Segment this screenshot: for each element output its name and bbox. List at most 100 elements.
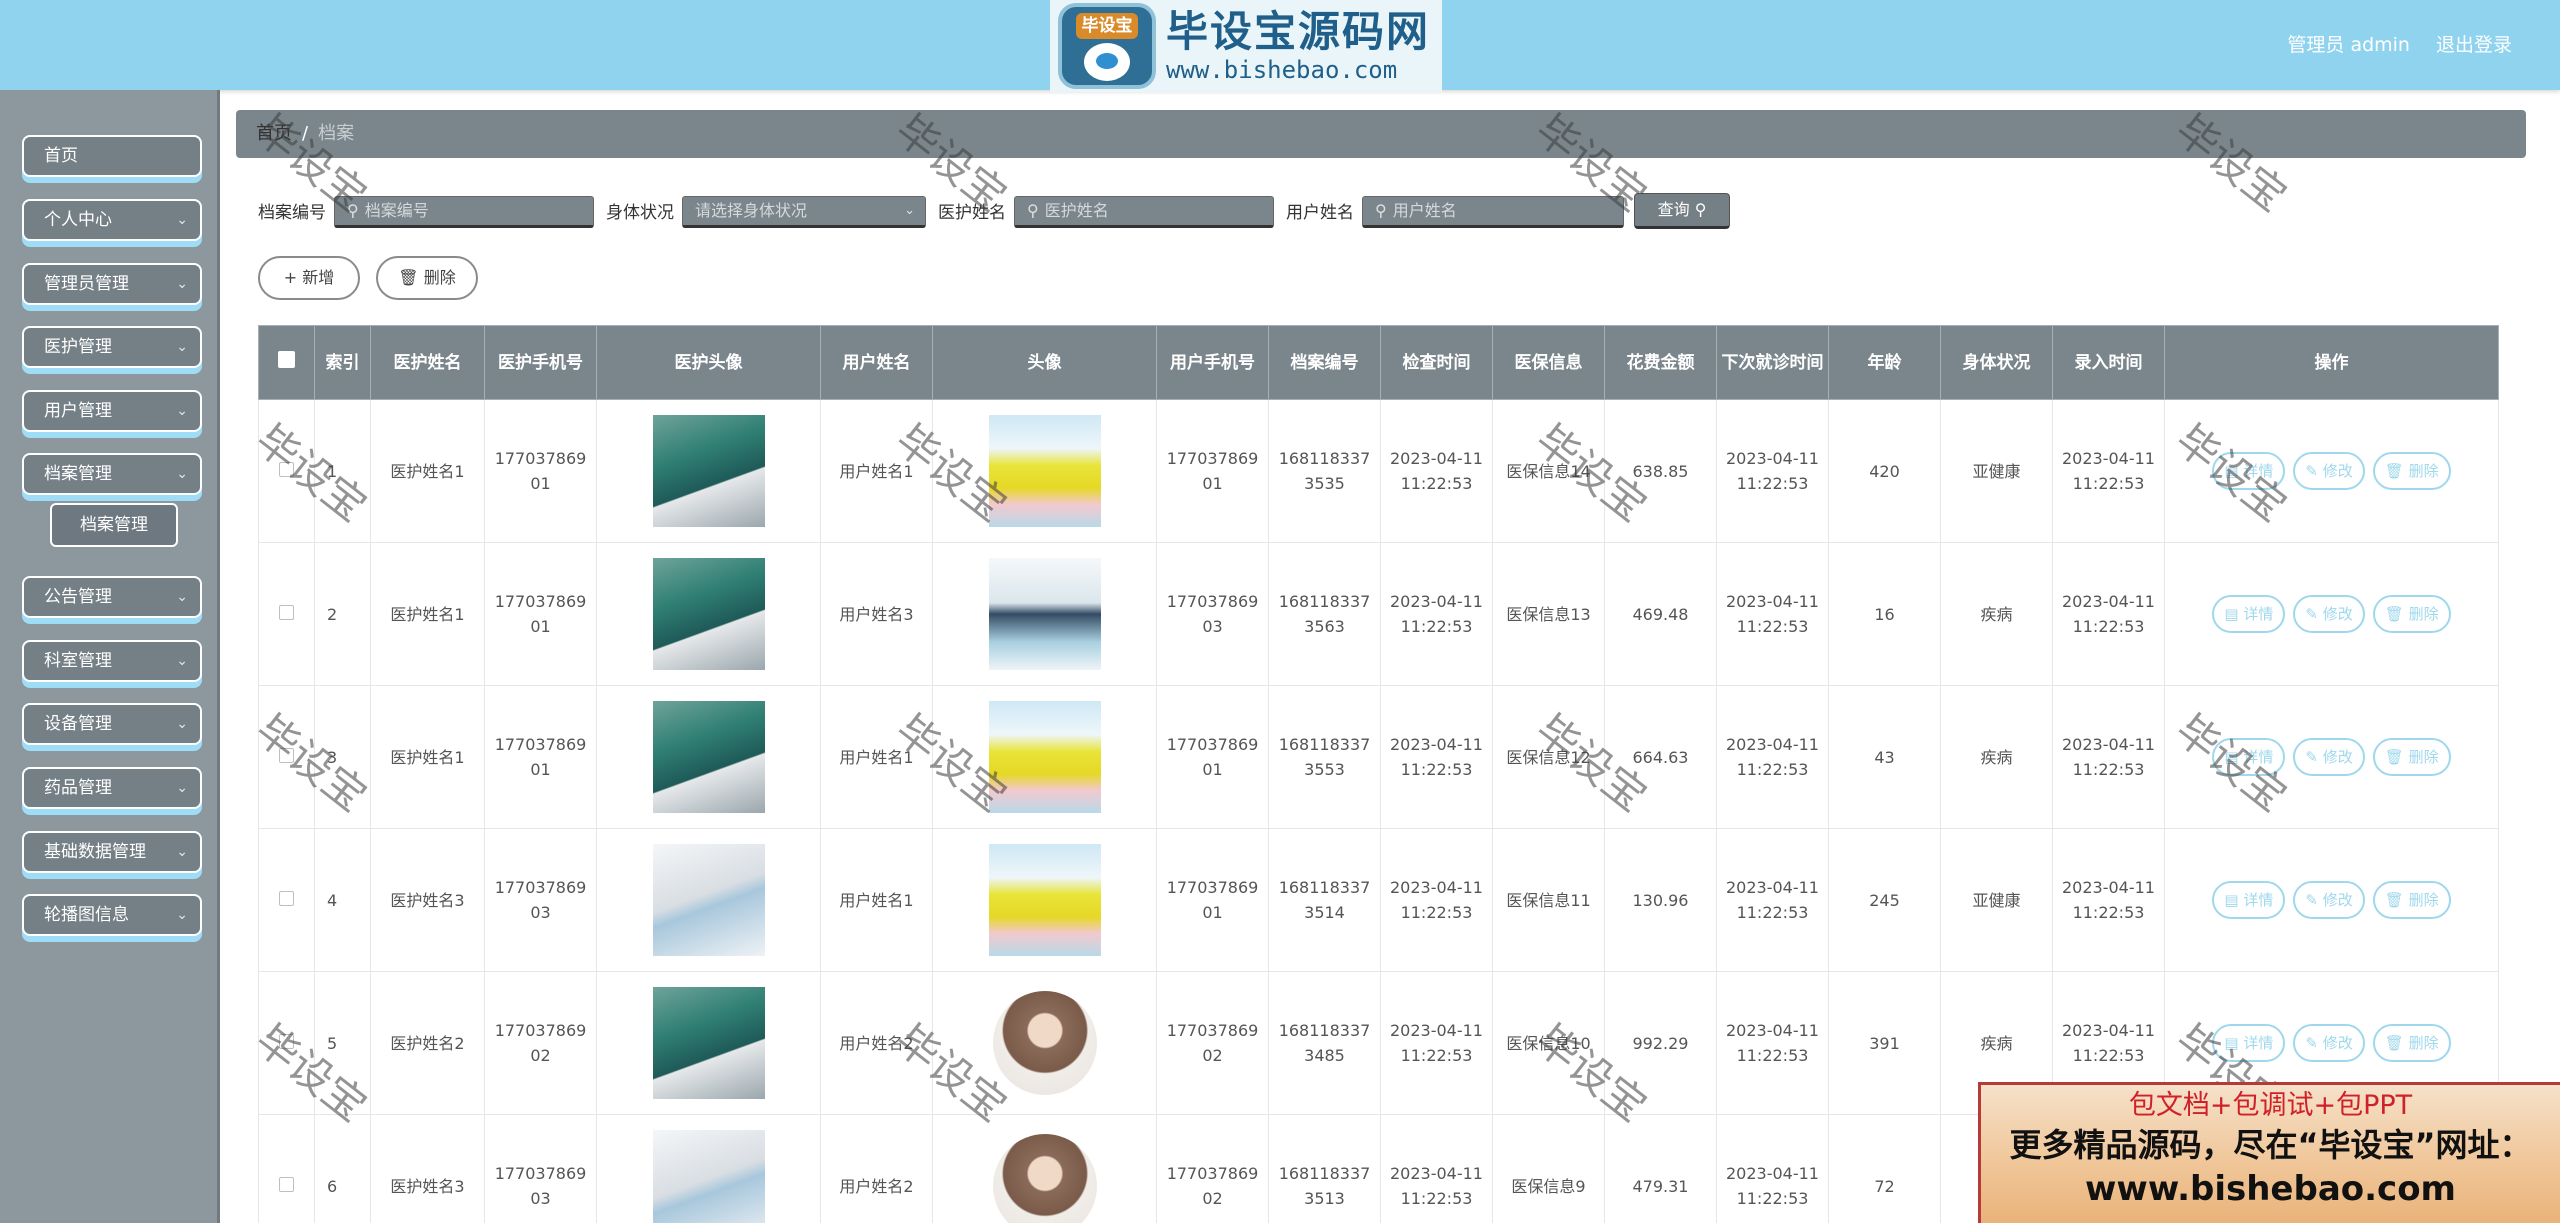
chevron-down-icon: ⌄ — [176, 276, 188, 292]
check-time: 2023-04-11 — [1390, 449, 1483, 468]
batch-delete-button[interactable]: 🗑 删除 — [376, 256, 478, 300]
sidebar-item[interactable]: 公告管理 ⌄ — [22, 576, 202, 618]
detail-button-label: 详情 — [2243, 748, 2274, 766]
next-visit-time: 2023-04-11 — [1726, 592, 1819, 611]
archive-number: 3535 — [1304, 474, 1345, 493]
sidebar-item[interactable]: 档案管理 ⌄ — [22, 453, 202, 495]
edit-button[interactable]: ✎ 修改 — [2293, 595, 2365, 633]
row-checkbox[interactable] — [279, 604, 294, 620]
detail-button-label: 详情 — [2243, 891, 2274, 909]
trash-icon: 🗑 — [398, 268, 419, 287]
sidebar-item[interactable]: 科室管理 ⌄ — [22, 640, 202, 682]
archive-number: 168118337 — [1278, 1164, 1371, 1183]
sidebar-item-label: 公告管理 — [44, 587, 112, 607]
chevron-down-icon: ⌄ — [176, 844, 188, 860]
detail-button[interactable]: ▤ 详情 — [2212, 1024, 2286, 1062]
entry-time: 11:22:53 — [2072, 1046, 2145, 1065]
document-icon: ▤ — [2224, 891, 2244, 909]
detail-button[interactable]: ▤ 详情 — [2212, 595, 2286, 633]
doctor-phone: 03 — [530, 1189, 551, 1208]
chevron-down-icon: ⌄ — [176, 907, 188, 923]
promo-banner[interactable]: 包文档+包调试+包PPT 更多精品源码，尽在“毕设宝”网址： www.bishe… — [1978, 1082, 2560, 1223]
sidebar-item-label: 管理员管理 — [44, 274, 129, 294]
user-name: 用户姓名1 — [839, 461, 914, 481]
sidebar-item[interactable]: 个人中心 ⌄ — [22, 199, 202, 241]
age: 391 — [1869, 1033, 1900, 1053]
entry-time: 2023-04-11 — [2062, 878, 2155, 897]
breadcrumb-home[interactable]: 首页 — [256, 123, 292, 144]
row-checkbox[interactable] — [279, 890, 294, 906]
row-checkbox[interactable] — [279, 1176, 294, 1192]
chevron-down-icon: ⌄ — [904, 203, 915, 218]
health-placeholder: 请选择身体状况 — [695, 201, 808, 220]
user-avatar-image — [988, 701, 1101, 813]
promo-line1: 包文档+包调试+包PPT — [2128, 1090, 2413, 1121]
sidebar-item[interactable]: 用户管理 ⌄ — [22, 390, 202, 432]
insurance-info: 医保信息11 — [1506, 890, 1591, 910]
chevron-down-icon: ⌄ — [176, 653, 188, 669]
add-button-label: 新增 — [302, 268, 335, 287]
add-button[interactable]: + 新增 — [258, 256, 360, 300]
logo-mascot-icon: 毕设宝 — [1058, 3, 1156, 89]
sidebar-item-label: 医护管理 — [44, 337, 112, 357]
user-phone: 177037869 — [1166, 1021, 1259, 1040]
row-index: 3 — [327, 747, 338, 767]
row-checkbox[interactable] — [279, 747, 294, 763]
sidebar-item[interactable]: 基础数据管理 ⌄ — [22, 831, 202, 873]
sidebar-item[interactable]: 管理员管理 ⌄ — [22, 263, 202, 305]
edit-button[interactable]: ✎ 修改 — [2293, 881, 2365, 919]
user-phone: 02 — [1202, 1189, 1223, 1208]
sidebar-item[interactable]: 设备管理 ⌄ — [22, 703, 202, 745]
document-icon: ▤ — [2224, 462, 2244, 480]
row-checkbox[interactable] — [279, 1033, 294, 1049]
next-visit-time: 2023-04-11 — [1726, 735, 1819, 754]
column-header: 医护手机号 — [484, 325, 597, 400]
sidebar-item[interactable]: 医护管理 ⌄ — [22, 326, 202, 368]
detail-button[interactable]: ▤ 详情 — [2212, 738, 2286, 776]
delete-button[interactable]: 🗑 删除 — [2372, 595, 2451, 633]
pencil-icon: ✎ — [2305, 462, 2323, 480]
logout-link[interactable]: 退出登录 — [2436, 30, 2512, 57]
age: 43 — [1874, 747, 1895, 767]
query-button[interactable]: 查询 ⚲ — [1634, 193, 1730, 229]
doctor-phone: 01 — [530, 760, 551, 779]
select-all-checkbox[interactable] — [278, 350, 295, 368]
detail-button[interactable]: ▤ 详情 — [2212, 881, 2286, 919]
archive-number: 168118337 — [1278, 878, 1371, 897]
delete-button[interactable]: 🗑 删除 — [2372, 1024, 2451, 1062]
sidebar-subitem-archive[interactable]: 档案管理 — [50, 503, 178, 547]
check-time: 11:22:53 — [1400, 760, 1473, 779]
health-select[interactable]: 请选择身体状况 ⌄ — [682, 196, 926, 228]
archive-no-input[interactable]: ⚲ 档案编号 — [334, 196, 594, 228]
site-logo[interactable]: 毕设宝 毕设宝源码网 www.bishebao.com — [1050, 0, 1442, 92]
user-phone: 01 — [1202, 760, 1223, 779]
edit-button[interactable]: ✎ 修改 — [2293, 738, 2365, 776]
column-header: 下次就诊时间 — [1716, 325, 1829, 400]
doctor-avatar-image — [652, 558, 765, 670]
detail-button[interactable]: ▤ 详情 — [2212, 452, 2286, 490]
column-header: 档案编号 — [1268, 325, 1381, 400]
archive-no-label: 档案编号 — [258, 203, 326, 223]
sidebar-item[interactable]: 药品管理 ⌄ — [22, 767, 202, 809]
column-header: 录入时间 — [2052, 325, 2165, 400]
delete-button[interactable]: 🗑 删除 — [2372, 452, 2451, 490]
sidebar-item[interactable]: 轮播图信息 ⌄ — [22, 894, 202, 936]
next-visit-time: 11:22:53 — [1736, 617, 1809, 636]
sidebar-item[interactable]: 首页 — [22, 135, 202, 177]
user-phone: 01 — [1202, 474, 1223, 493]
insurance-info: 医保信息13 — [1506, 604, 1591, 624]
delete-button[interactable]: 🗑 删除 — [2372, 738, 2451, 776]
trash-icon: 🗑 — [2384, 891, 2409, 909]
delete-button[interactable]: 🗑 删除 — [2372, 881, 2451, 919]
user-name: 用户姓名3 — [839, 604, 914, 624]
edit-button[interactable]: ✎ 修改 — [2293, 1024, 2365, 1062]
user-phone: 02 — [1202, 1046, 1223, 1065]
select-all-cell[interactable] — [258, 325, 315, 400]
edit-button-label: 修改 — [2322, 748, 2353, 766]
doctor-phone: 01 — [530, 617, 551, 636]
doctor-name-input[interactable]: ⚲ 医护姓名 — [1014, 196, 1274, 228]
row-checkbox[interactable] — [279, 461, 294, 477]
promo-line2: 更多精品源码，尽在“毕设宝”网址： — [2009, 1126, 2532, 1164]
user-name-input[interactable]: ⚲ 用户姓名 — [1362, 196, 1624, 228]
edit-button[interactable]: ✎ 修改 — [2293, 452, 2365, 490]
